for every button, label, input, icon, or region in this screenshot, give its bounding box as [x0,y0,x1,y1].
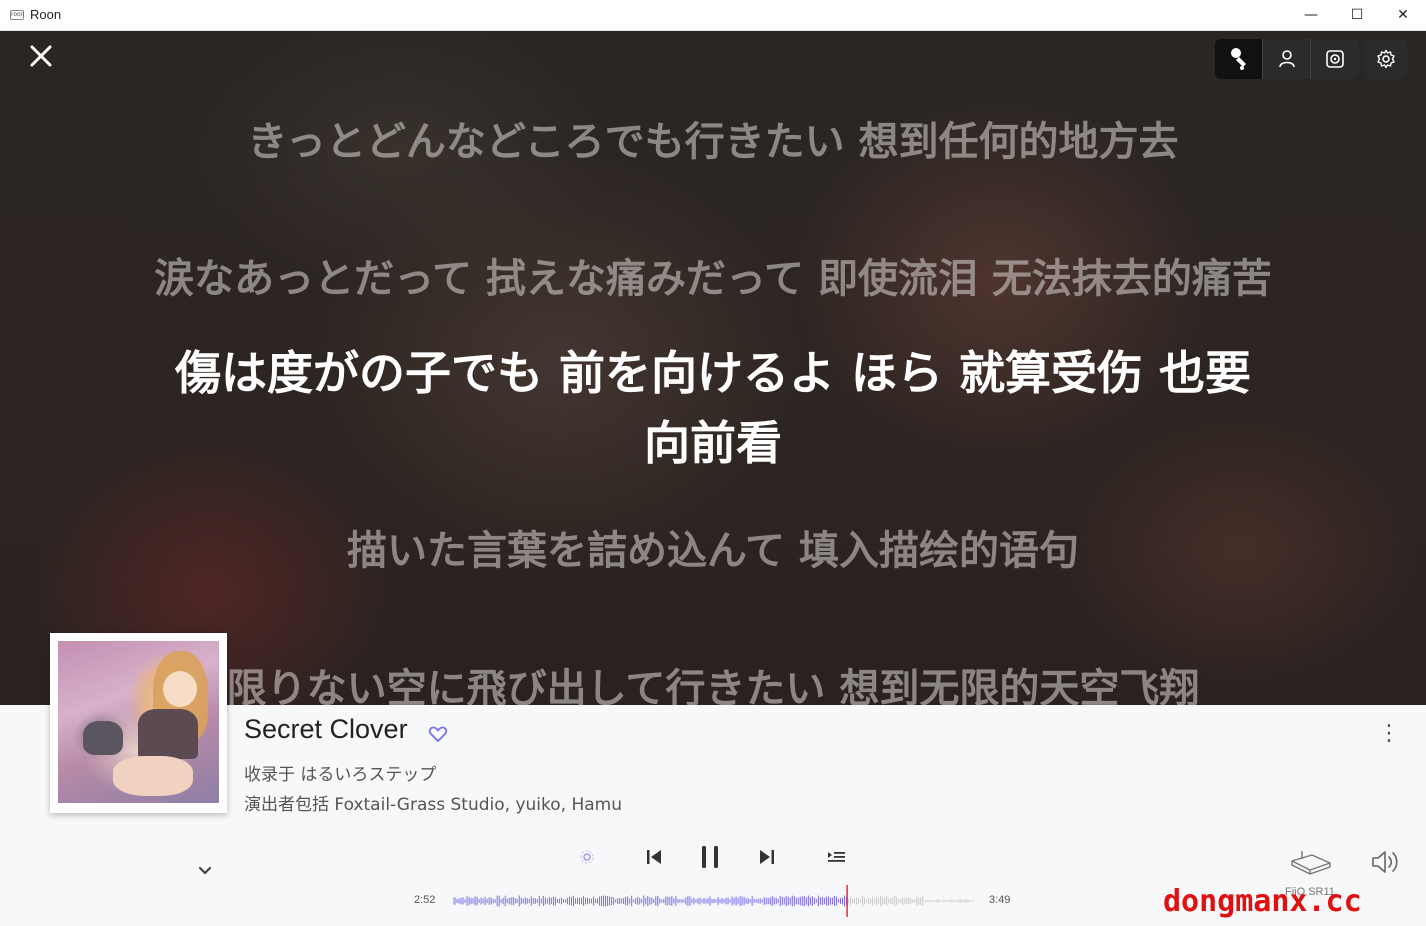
album-cover[interactable] [50,633,227,813]
person-icon [1278,50,1295,68]
volume-button[interactable] [1369,848,1401,876]
artist-view-button[interactable] [1263,39,1311,79]
heart-icon [428,726,448,742]
track-title[interactable]: Secret Clover [244,714,408,745]
favorite-button[interactable] [428,724,448,744]
previous-track-button[interactable] [639,842,669,872]
close-window-button[interactable]: ✕ [1380,0,1426,30]
speaker-icon [1326,50,1344,68]
album-link[interactable]: 收录于 はるいろステップ [244,760,436,785]
artist-link[interactable]: 演出者包括 Foxtail-Grass Studio, yuiko, Hamu [244,790,622,815]
queue-icon [828,852,845,862]
album-art-image [58,641,219,803]
more-options-button[interactable]: ⋮ [1378,720,1400,748]
skip-next-icon [760,850,774,864]
window-titlebar: roon Roon — ☐ ✕ [0,0,1426,31]
watermark-text: dongmanx.cc [1163,884,1362,919]
album-view-button[interactable] [1311,39,1359,79]
app-icon: roon [10,10,25,20]
maximize-button[interactable]: ☐ [1334,0,1380,30]
radio-button[interactable] [572,842,602,872]
skip-previous-icon [647,850,661,864]
lyric-line-current-part-1: 傷は度がの子でも 前を向けるよ ほら 就算受伤 也要 [174,346,1252,400]
pause-icon [702,846,718,868]
speaker-volume-icon [1372,851,1398,873]
lyric-line-previous-2[interactable]: きっとどんなどころでも行きたい 想到任何的地方去 [0,109,1426,167]
radio-icon [580,850,594,864]
window-title: Roon [30,7,62,22]
close-icon [30,45,52,67]
lyrics-toolbar [1215,39,1407,79]
lyric-line-previous-1[interactable]: 涙なあっとだって 拭えな痛みだって 即使流泪 无法抹去的痛苦 [0,246,1426,304]
elapsed-time: 2:52 [414,894,436,906]
audio-device-icon [1291,851,1331,875]
lyric-line-current[interactable]: 傷は度がの子でも 前を向けるよ ほら 就算受伤 也要 向前看 [0,338,1426,478]
close-lyrics-button[interactable] [26,43,56,73]
zone-picker-button[interactable] [1288,845,1334,879]
queue-button[interactable] [821,842,851,872]
chevron-down-icon [198,866,212,875]
pause-button[interactable] [695,842,725,872]
gear-icon [1377,49,1395,69]
lyric-line-current-part-2: 向前看 [644,416,782,470]
lyrics-view: きっとどんなどころでも行きたい 想到任何的地方去 涙なあっとだって 拭えな痛みだ… [0,31,1426,705]
next-track-button[interactable] [752,842,782,872]
minimize-button[interactable]: — [1288,0,1334,30]
total-time: 3:49 [989,894,1011,906]
singer-icon [1230,48,1246,70]
collapse-button[interactable] [194,860,216,882]
waveform-seekbar[interactable] [453,885,975,917]
lyrics-mode-button[interactable] [1215,39,1263,79]
settings-button[interactable] [1365,39,1407,79]
lyric-line-next-1[interactable]: 描いた言葉を詰め込んて 填入描绘的语句 [0,518,1426,576]
